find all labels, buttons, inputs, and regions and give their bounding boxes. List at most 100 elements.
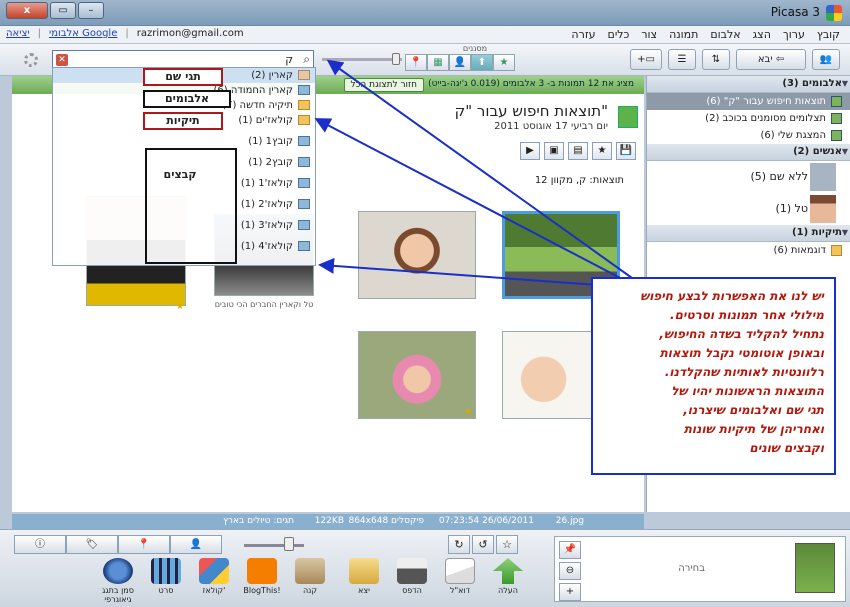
people-section-header[interactable]: ▼ אנשים (2) [647, 144, 850, 161]
folders-section-header[interactable]: ▼ תיקיות (1) [647, 225, 850, 242]
upload-button[interactable]: העלה [486, 558, 530, 595]
rotate-left-icon[interactable]: ↺ [472, 535, 494, 554]
status-bar: 26.jpg 07:23:54 26/06/2011 864x648 פיקסל… [12, 514, 644, 529]
collage-button[interactable]: קולאז' [192, 558, 236, 595]
folder-item[interactable]: דוגמאות (6) [647, 242, 850, 259]
starred-filter-icon[interactable]: ★ [493, 54, 515, 71]
movie-icon[interactable]: ▤ [568, 142, 588, 160]
results-count: 12 תוצאות: ק, מקוון [534, 175, 624, 186]
album-icon [831, 96, 842, 107]
callout-line: תגי שם ואלבומים שיצרנו, [683, 403, 824, 417]
star-toggle-icon[interactable]: ☆ [496, 535, 518, 554]
info-icon[interactable]: ⓘ [14, 535, 66, 554]
callout-line: יש לנו את האפשרות לבצע חיפוש [640, 289, 824, 303]
email-button[interactable]: דוא"ל [438, 558, 482, 595]
collage-icon [199, 558, 229, 584]
clear-search-icon[interactable]: ✕ [56, 54, 68, 66]
add-to-album-icon[interactable]: + [559, 583, 581, 601]
save-icon[interactable]: 💾 [616, 142, 636, 160]
hold-pin-icon[interactable]: 📌 [559, 541, 581, 559]
play-slideshow-icon[interactable]: ▶ [520, 142, 540, 160]
status-datetime: 07:23:54 26/06/2011 [438, 516, 534, 526]
name-tags-annotation: תגי שם [143, 68, 223, 86]
album-item[interactable]: תצלומים מסומנים בכוכב (2) [647, 110, 850, 127]
tray-thumbnail[interactable] [795, 543, 835, 593]
section-label: תיקיות (1) [792, 227, 842, 238]
uploaded-filter-icon[interactable]: ⬆ [471, 54, 493, 71]
status-dimensions: 864x648 פיקסלים [348, 516, 424, 526]
photo-thumbnail[interactable] [358, 211, 476, 299]
menu-picture[interactable]: תמונה [669, 28, 698, 41]
suggestion-file[interactable]: קובץ1 (1) [53, 134, 315, 149]
thumbnail-size-handle[interactable] [284, 537, 294, 551]
tool-label: סמן בתגג גיאוגרפי [102, 586, 134, 604]
restore-button[interactable]: ▭ [50, 2, 76, 19]
blogthis-button[interactable]: BlogThis! [240, 558, 284, 595]
shop-icon [295, 558, 325, 584]
callout-line: ואחריהן של תיקיות שונות [683, 422, 824, 436]
location-pin-icon[interactable]: 📍 [118, 535, 170, 554]
person-item[interactable]: טל (1) [647, 193, 850, 225]
menu-view[interactable]: הצג [753, 28, 771, 41]
minimize-button[interactable]: – [78, 2, 104, 19]
star-icon[interactable]: ★ [592, 142, 612, 160]
loading-spinner-icon [24, 53, 38, 67]
albums-section-header[interactable]: ▼ אלבומים (3) [647, 76, 850, 93]
photo-thumbnail[interactable] [358, 331, 476, 419]
close-button[interactable]: x [6, 2, 48, 19]
tool-label: הדפס [402, 586, 422, 595]
section-label: אנשים (2) [793, 146, 842, 157]
video-filter-icon[interactable]: ▦ [427, 54, 449, 71]
add-to-tray-button[interactable]: +▭ [630, 49, 662, 70]
people-icon[interactable]: 👤 [170, 535, 222, 554]
import-button[interactable]: יבא ⇦ [736, 49, 806, 70]
print-button[interactable]: הדפס [390, 558, 434, 595]
export-button[interactable]: יצא [342, 558, 386, 595]
menu-tools[interactable]: כלים [608, 28, 630, 41]
folder-icon [831, 245, 842, 256]
menu-edit[interactable]: ערוך [783, 28, 805, 41]
menu-album[interactable]: אלבום [710, 28, 740, 41]
suggestion-label: קולאז'ים (1) [238, 115, 293, 126]
menu-help[interactable]: עזרה [571, 28, 595, 41]
toolbar-right: +▭ ☰ ⇅ יבא ⇦ 👥 [630, 49, 840, 70]
menu-file[interactable]: קובץ [817, 28, 840, 41]
collapse-triangle-icon: ▼ [841, 147, 848, 156]
clear-tray-icon[interactable]: ⊖ [559, 562, 581, 580]
callout-line: התוצאות הראשונות יהיו של [671, 384, 824, 398]
face-filter-icon[interactable]: 👤 [449, 54, 471, 71]
tags-icon[interactable]: 🏷 [66, 535, 118, 554]
list-view-button[interactable]: ☰ [668, 49, 696, 70]
movie-button[interactable]: סרט [144, 558, 188, 595]
folders-annotation: תיקיות [143, 112, 223, 130]
search-icon: ⌕ [303, 52, 310, 66]
web-albums-link[interactable]: אלבומי Google [49, 28, 117, 39]
tool-label: דוא"ל [449, 586, 471, 595]
people-button[interactable]: 👥 [812, 49, 840, 70]
suggestion-label: קארין (2) [251, 70, 293, 81]
menu-create[interactable]: צור [641, 28, 657, 41]
callout-line: נתחיל להקליד בשדה החיפוש, [659, 327, 824, 341]
geotag-button[interactable]: סמן בתגג גיאוגרפי [96, 558, 140, 604]
title-bar: x ▭ – Picasa 3 [0, 0, 850, 26]
status-filename: 26.jpg [555, 516, 584, 526]
collapse-triangle-icon: ▼ [841, 228, 848, 237]
show-all-button[interactable]: חזור לתצוגת הכל [343, 78, 424, 92]
geotag-filter-icon[interactable]: 📍 [405, 54, 427, 71]
account-area: יציאה | אלבומי Google | razrimon@gmail.c… [6, 28, 244, 39]
thumbnail-size-slider[interactable] [244, 544, 304, 547]
image-icon [298, 157, 310, 167]
shop-button[interactable]: קנה [288, 558, 332, 595]
results-info: מציג את 12 תמונות ב- 3 אלבומים (0.019 ג'… [428, 79, 634, 89]
album-item[interactable]: המצגת שלי (6) [647, 127, 850, 144]
callout-line: רלוונטיות לאותיות שהקלדנו. [664, 365, 824, 379]
suggestion-label: תיקיה חדשה (7) [222, 100, 293, 111]
rotate-right-icon[interactable]: ↻ [448, 535, 470, 554]
sign-out-link[interactable]: יציאה [6, 28, 30, 39]
person-item[interactable]: ללא שם (5) [647, 161, 850, 193]
collage-icon[interactable]: ▣ [544, 142, 564, 160]
filter-slider-handle[interactable] [392, 53, 400, 65]
album-item[interactable]: תוצאות חיפוש עבור "ק" (6) [647, 93, 850, 110]
sort-view-button[interactable]: ⇅ [702, 49, 730, 70]
filter-slider-track[interactable] [322, 58, 402, 61]
